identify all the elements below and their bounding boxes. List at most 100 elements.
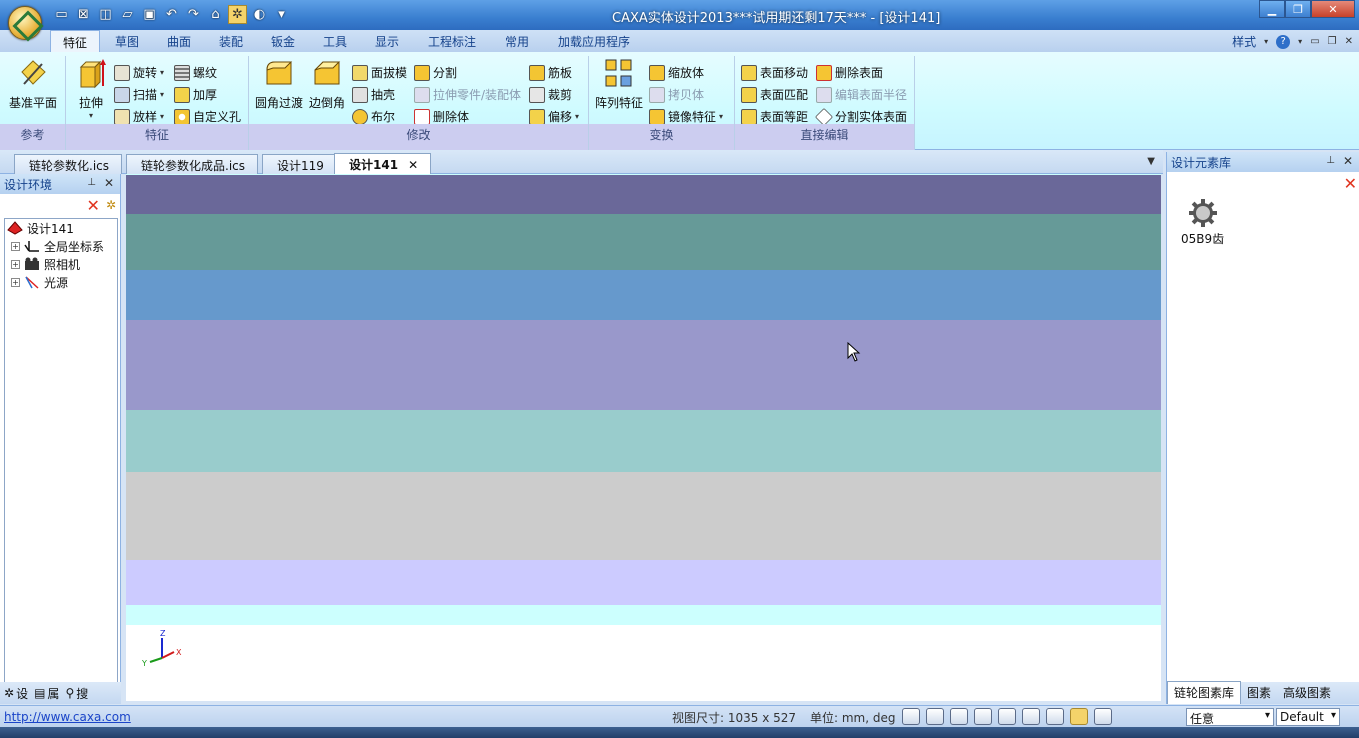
thicken-button[interactable]: 加厚 bbox=[174, 86, 217, 103]
delete-icon[interactable]: ✕ bbox=[87, 196, 100, 215]
close-icon[interactable]: ✕ bbox=[104, 176, 114, 190]
fillet-button[interactable]: 圆角过渡 bbox=[255, 58, 303, 111]
close-button[interactable]: ✕ bbox=[1311, 0, 1355, 18]
tab-addins[interactable]: 加载应用程序 bbox=[558, 33, 630, 50]
tab-assembly[interactable]: 装配 bbox=[219, 33, 243, 50]
tab-properties[interactable]: ▤ 属 bbox=[34, 685, 59, 702]
tab-surface[interactable]: 曲面 bbox=[167, 33, 191, 50]
chamfer-button[interactable]: 边倒角 bbox=[309, 58, 345, 111]
style-menu[interactable]: 样式 bbox=[1232, 33, 1256, 50]
chevron-down-icon[interactable]: ▾ bbox=[575, 112, 579, 121]
rib-button[interactable]: 筋板 bbox=[529, 64, 572, 81]
doc-close-icon[interactable]: ✕ bbox=[1345, 36, 1353, 47]
expand-icon[interactable]: + bbox=[11, 259, 20, 269]
orientation-icon[interactable] bbox=[974, 708, 992, 725]
boolean-button[interactable]: 布尔 bbox=[352, 108, 395, 125]
offset-button[interactable]: 偏移 ▾ bbox=[529, 108, 579, 125]
library-item[interactable]: 05B9齿 bbox=[1181, 198, 1224, 247]
delete-icon[interactable]: ✕ bbox=[1344, 174, 1357, 193]
doc-tab-design119[interactable]: 设计119 bbox=[262, 154, 337, 174]
chevron-down-icon[interactable]: ▾ bbox=[160, 90, 164, 99]
chevron-down-icon[interactable]: ▾ bbox=[1298, 37, 1302, 46]
tab-tools[interactable]: 工具 bbox=[323, 33, 347, 50]
render-icon[interactable] bbox=[1022, 708, 1040, 725]
close-icon[interactable]: ✕ bbox=[1343, 154, 1353, 168]
extrude-part-button[interactable]: 拉伸零件/装配体 bbox=[414, 86, 521, 103]
new-file-icon[interactable]: ▭ bbox=[52, 5, 71, 24]
pin-icon[interactable]: ⊥ bbox=[87, 177, 96, 188]
expand-icon[interactable]: + bbox=[11, 277, 20, 287]
doc-tab-sprocket-param-final[interactable]: 链轮参数化成品.ics bbox=[126, 154, 258, 174]
move-face-button[interactable]: 表面移动 bbox=[741, 64, 808, 81]
lock-icon[interactable]: ⌂ bbox=[206, 5, 225, 24]
chevron-down-icon[interactable]: ▾ bbox=[160, 68, 164, 77]
tab-advanced-elements[interactable]: 高级图素 bbox=[1277, 682, 1337, 704]
tab-sprocket-library[interactable]: 链轮图素库 bbox=[1167, 681, 1242, 704]
custom-hole-button[interactable]: 自定义孔 bbox=[174, 108, 241, 125]
tree-node-camera[interactable]: + 照相机 bbox=[5, 255, 117, 273]
close-file-icon[interactable]: ⊠ bbox=[74, 5, 93, 24]
tab-display[interactable]: 显示 bbox=[375, 33, 399, 50]
doc-restore-icon[interactable]: ❐ bbox=[1328, 36, 1337, 47]
tab-search[interactable]: ⚲ 搜 bbox=[65, 685, 88, 702]
tab-feature[interactable]: 特征 bbox=[50, 30, 101, 53]
match-face-button[interactable]: 表面匹配 bbox=[741, 86, 808, 103]
offset-face-button[interactable]: 表面等距 bbox=[741, 108, 808, 125]
pin-icon[interactable]: ⊥ bbox=[1326, 155, 1335, 166]
section-icon[interactable] bbox=[1094, 708, 1112, 725]
caxa-website-link[interactable]: http://www.caxa.com bbox=[4, 710, 131, 724]
view-cube-icon[interactable] bbox=[950, 708, 968, 725]
chevron-down-icon[interactable]: ▾ bbox=[89, 111, 93, 120]
open-file-icon[interactable]: ◫ bbox=[96, 5, 115, 24]
shell-button[interactable]: 抽壳 bbox=[352, 86, 395, 103]
chevron-down-icon[interactable]: ▾ bbox=[719, 112, 723, 121]
datum-plane-button[interactable]: 基准平面 bbox=[9, 58, 57, 111]
minimize-button[interactable]: ▁ bbox=[1259, 0, 1285, 18]
display-mode-icon[interactable] bbox=[1070, 708, 1088, 725]
delete-body-button[interactable]: 删除体 bbox=[414, 108, 469, 125]
chevron-down-icon[interactable]: ▼ bbox=[1147, 156, 1155, 167]
save-icon[interactable]: ▣ bbox=[140, 5, 159, 24]
mirror-feature-button[interactable]: 镜像特征 ▾ bbox=[649, 108, 723, 125]
pattern-button[interactable]: 阵列特征 bbox=[595, 58, 643, 111]
copy-body-button[interactable]: 拷贝体 bbox=[649, 86, 704, 103]
scale-body-button[interactable]: 缩放体 bbox=[649, 64, 704, 81]
tab-drawing-annotation[interactable]: 工程标注 bbox=[428, 33, 476, 50]
maximize-button[interactable]: ❐ bbox=[1285, 0, 1311, 18]
edit-face-radius-button[interactable]: 编辑表面半径 bbox=[816, 86, 907, 103]
tab-design-env[interactable]: ✲ 设 bbox=[4, 685, 28, 702]
doc-minimize-icon[interactable]: ▭ bbox=[1310, 36, 1319, 47]
chevron-down-icon[interactable]: ▾ bbox=[1264, 37, 1268, 46]
tab-sheetmetal[interactable]: 钣金 bbox=[271, 33, 295, 50]
tab-elements[interactable]: 图素 bbox=[1241, 682, 1277, 704]
globe-icon[interactable]: ◐ bbox=[250, 5, 269, 24]
draft-button[interactable]: 面拔模 bbox=[352, 64, 407, 81]
extrude-button[interactable]: 拉伸 ▾ bbox=[76, 58, 106, 120]
tree-node-root[interactable]: 设计141 bbox=[5, 219, 117, 237]
tab-sketch[interactable]: 草图 bbox=[115, 33, 139, 50]
tree-node-global-coords[interactable]: + 全局坐标系 bbox=[5, 237, 117, 255]
help-icon[interactable]: ? bbox=[1276, 34, 1291, 49]
undo-icon[interactable]: ↶ bbox=[162, 5, 181, 24]
split-body-face-button[interactable]: 分割实体表面 bbox=[814, 107, 907, 126]
thread-button[interactable]: 螺纹 bbox=[174, 64, 217, 81]
folder-icon[interactable]: ▱ bbox=[118, 5, 137, 24]
chevron-down-icon[interactable]: ▾ bbox=[272, 5, 291, 24]
sweep-button[interactable]: 扫描 ▾ bbox=[114, 86, 164, 103]
doc-tab-design141[interactable]: 设计141 ✕ bbox=[334, 153, 432, 175]
split-button[interactable]: 分割 bbox=[414, 64, 457, 81]
selection-filter-select[interactable]: 任意 bbox=[1186, 708, 1274, 726]
close-icon[interactable]: ✕ bbox=[408, 158, 418, 172]
loft-button[interactable]: 放样 ▾ bbox=[114, 108, 164, 125]
trim-button[interactable]: 裁剪 bbox=[529, 86, 572, 103]
zoom-icon[interactable] bbox=[902, 708, 920, 725]
zoom-window-icon[interactable] bbox=[926, 708, 944, 725]
style-select[interactable]: Default bbox=[1276, 708, 1340, 726]
3d-viewport[interactable]: Z Y X bbox=[126, 174, 1161, 701]
app-logo-icon[interactable] bbox=[8, 6, 42, 40]
tab-common[interactable]: 常用 bbox=[505, 33, 529, 50]
redo-icon[interactable]: ↷ bbox=[184, 5, 203, 24]
delete-face-button[interactable]: 删除表面 bbox=[816, 64, 883, 81]
doc-tab-sprocket-param[interactable]: 链轮参数化.ics bbox=[14, 154, 122, 174]
expand-icon[interactable]: + bbox=[11, 241, 20, 251]
